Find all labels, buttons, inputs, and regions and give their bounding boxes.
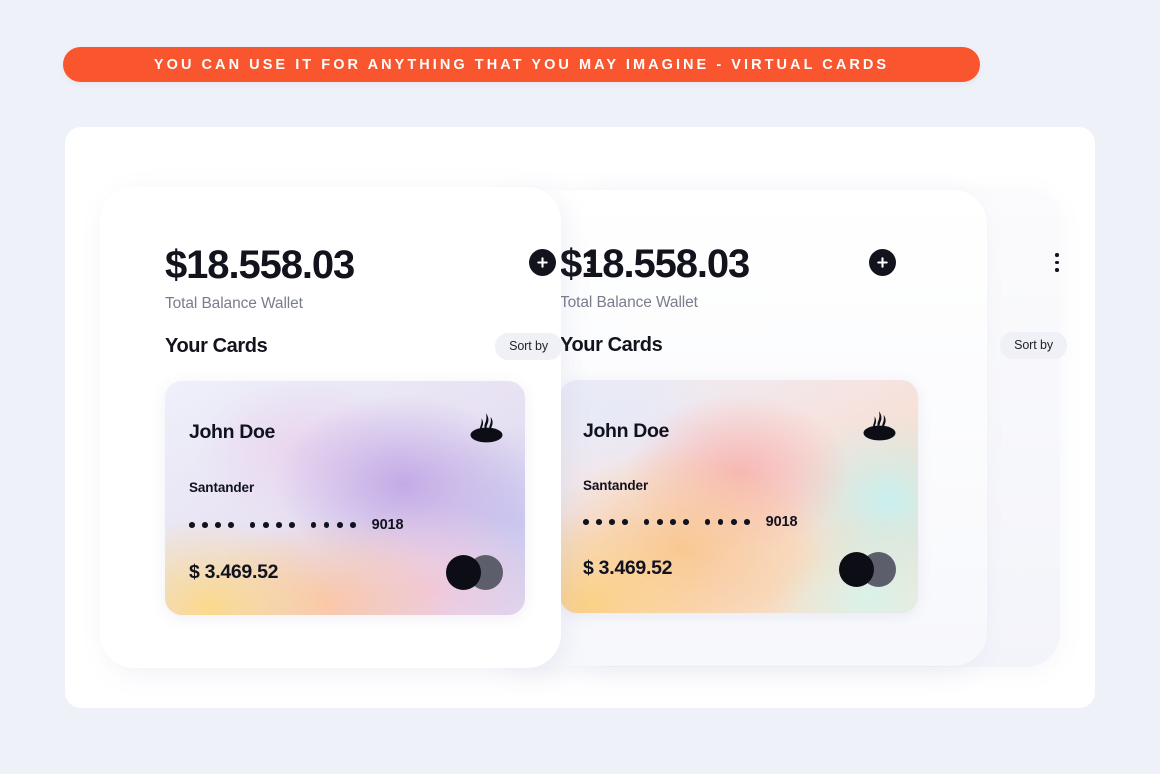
card-balance-amount: $ 3.469.52 bbox=[583, 557, 673, 579]
promo-banner-text: YOU CAN USE IT FOR ANYTHING THAT YOU MAY… bbox=[153, 56, 890, 73]
credit-card-secondary[interactable]: John Doe Santander 9018 $ 3.469.52 bbox=[560, 380, 918, 613]
cards-section-header-primary: Your Cards Sort by bbox=[165, 333, 562, 360]
card-balance-amount: $ 3.469.52 bbox=[189, 561, 279, 583]
credit-card-primary[interactable]: John Doe Santander 9018 $ 3.469.52 bbox=[165, 381, 525, 615]
card-number-group-2 bbox=[643, 519, 689, 525]
card-holder-name: John Doe bbox=[583, 420, 670, 442]
cards-section-header-secondary: Your Cards Sort by bbox=[560, 332, 1067, 359]
showcase-stage: $18.558.03 Total Balance Wallet Your Car… bbox=[65, 127, 1095, 708]
card-holder-name: John Doe bbox=[189, 421, 276, 443]
add-card-button[interactable] bbox=[869, 249, 896, 276]
card-last-four: 9018 bbox=[765, 514, 798, 530]
card-bank-name: Santander bbox=[189, 480, 255, 495]
overflow-menu-button[interactable] bbox=[1048, 249, 1066, 276]
card-number-masked: 9018 bbox=[189, 517, 404, 533]
card-number-group-1 bbox=[189, 522, 234, 528]
sort-by-button[interactable]: Sort by bbox=[495, 333, 562, 360]
your-cards-title: Your Cards bbox=[560, 334, 663, 356]
card-bank-name: Santander bbox=[583, 478, 649, 493]
card-number-group-3 bbox=[310, 522, 356, 528]
santander-flame-icon bbox=[862, 410, 897, 446]
balance-block-primary: $18.558.03 Total Balance Wallet bbox=[165, 243, 355, 313]
plus-icon bbox=[876, 256, 889, 269]
sort-by-button[interactable]: Sort by bbox=[1000, 332, 1067, 359]
phone-panel-secondary: $18.558.03 Total Balance Wallet Your Car… bbox=[502, 190, 1067, 666]
phone-panel-primary: $18.558.03 Total Balance Wallet Your Car… bbox=[100, 187, 591, 668]
card-number-masked: 9018 bbox=[583, 514, 798, 530]
card-last-four: 9018 bbox=[371, 517, 404, 533]
card-number-group-3 bbox=[704, 519, 750, 525]
total-balance-label: Total Balance Wallet bbox=[560, 294, 698, 311]
card-number-group-1 bbox=[583, 519, 628, 525]
mastercard-icon bbox=[446, 555, 503, 590]
kebab-menu-icon bbox=[587, 253, 591, 272]
mastercard-icon bbox=[839, 552, 896, 587]
total-balance-label: Total Balance Wallet bbox=[165, 295, 303, 312]
card-number-group-2 bbox=[249, 522, 295, 528]
your-cards-title: Your Cards bbox=[165, 335, 268, 357]
overflow-menu-button[interactable] bbox=[580, 249, 598, 276]
plus-icon bbox=[536, 256, 549, 269]
kebab-menu-icon bbox=[1055, 253, 1059, 272]
santander-flame-icon bbox=[469, 412, 504, 448]
total-balance-amount: $18.558.03 bbox=[165, 243, 355, 287]
add-card-button[interactable] bbox=[529, 249, 556, 276]
promo-banner: YOU CAN USE IT FOR ANYTHING THAT YOU MAY… bbox=[63, 47, 980, 82]
